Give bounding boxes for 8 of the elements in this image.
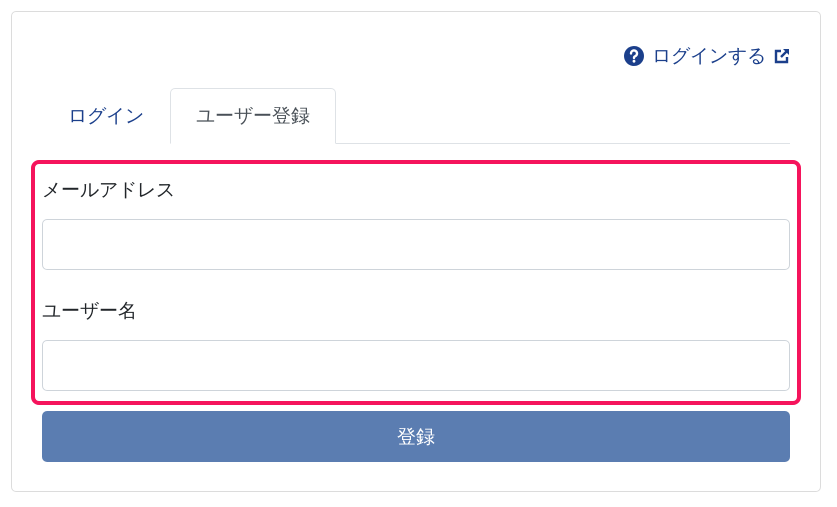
help-icon <box>624 46 644 66</box>
external-link-icon <box>774 48 790 64</box>
field-label: ユーザー名 <box>42 299 138 324</box>
input-field[interactable] <box>42 219 790 270</box>
tab[interactable]: ユーザー登録 <box>170 88 336 144</box>
field-label: メールアドレス <box>42 178 176 203</box>
login-link[interactable]: ログインする <box>624 43 790 69</box>
input-field[interactable] <box>42 340 790 391</box>
